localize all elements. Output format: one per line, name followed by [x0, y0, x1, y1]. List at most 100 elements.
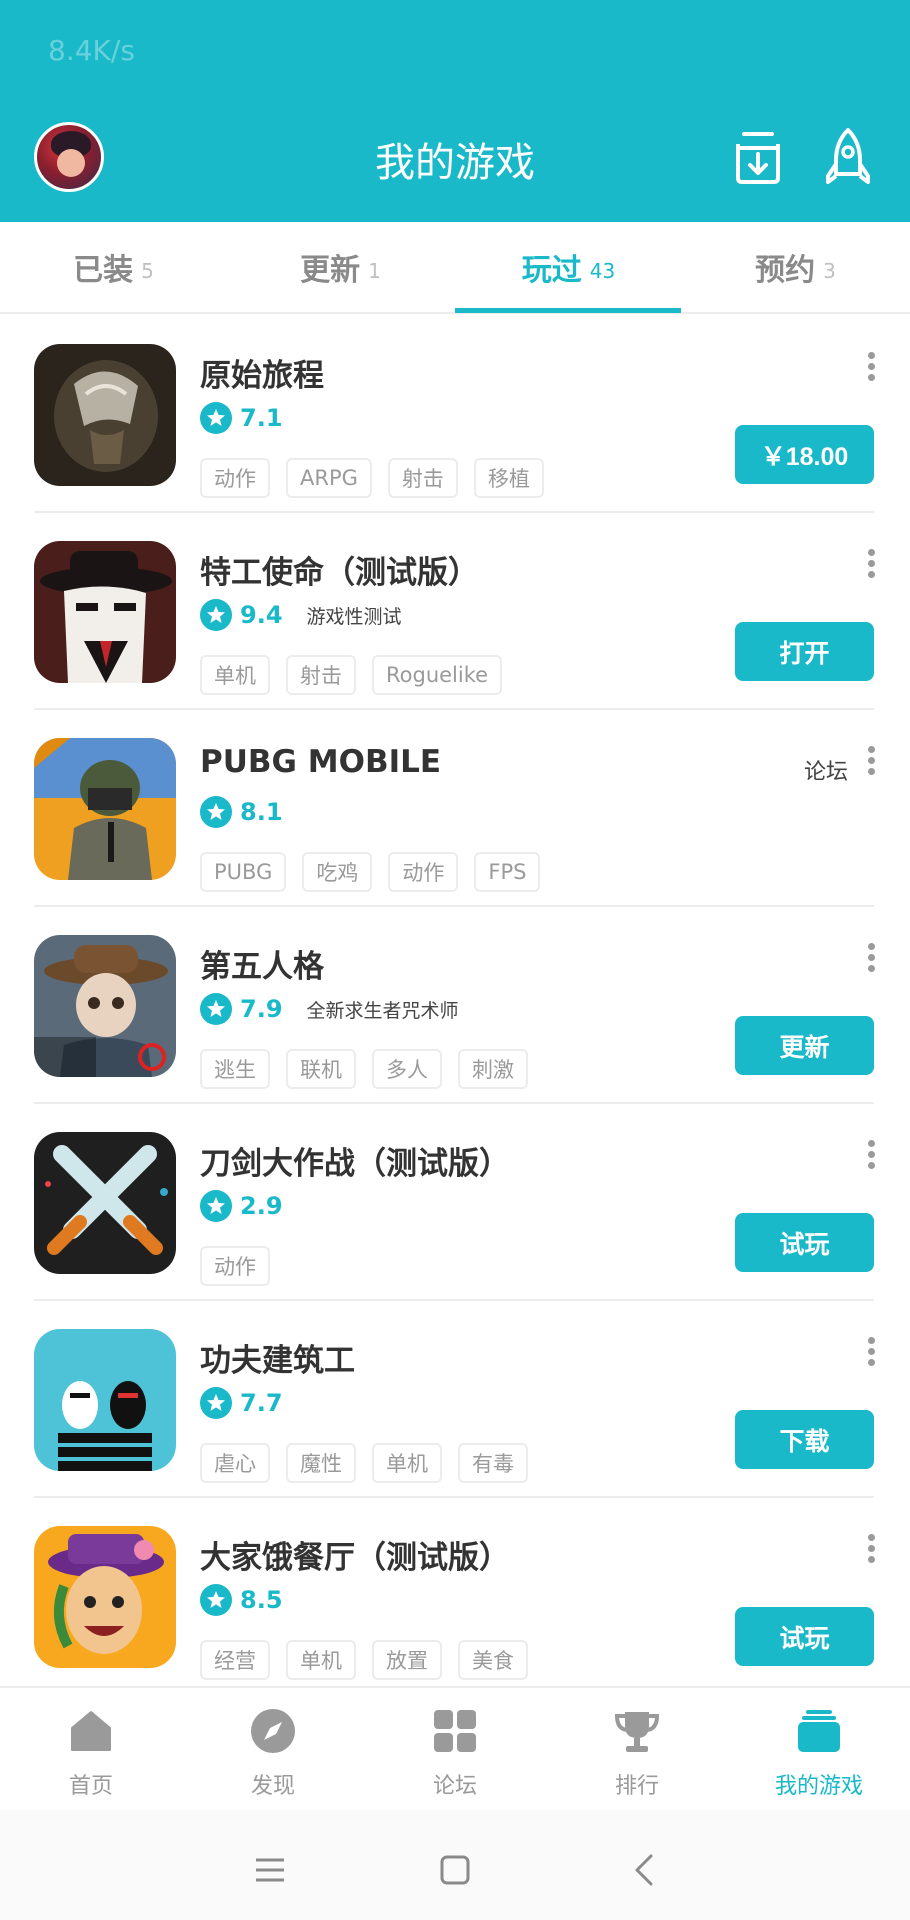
tag-list: 逃生 联机 多人 刺激: [200, 1049, 544, 1089]
more-vertical-icon[interactable]: [864, 549, 878, 585]
more-vertical-icon[interactable]: [864, 943, 878, 979]
rating: 8.5: [200, 1584, 283, 1616]
list-item[interactable]: 刀剑大作战（测试版） 2.9 动作 试玩: [0, 1104, 910, 1301]
nav-home[interactable]: 首页: [0, 1706, 182, 1806]
tag[interactable]: 联机: [286, 1049, 356, 1089]
buy-button[interactable]: ￥18.00: [735, 425, 874, 484]
back-icon[interactable]: [625, 1850, 665, 1890]
rating: 7.9 全新求生者咒术师: [200, 993, 459, 1025]
tag[interactable]: 刺激: [458, 1049, 528, 1089]
try-button[interactable]: 试玩: [735, 1213, 874, 1272]
app-header: 8.4K/s 我的游戏: [0, 0, 910, 222]
more-vertical-icon[interactable]: [864, 746, 878, 782]
rating-value: 8.1: [240, 798, 283, 826]
tab-updates[interactable]: 更新 1: [227, 222, 454, 312]
tag[interactable]: ARPG: [286, 458, 372, 498]
game-name: 大家饿餐厅（测试版）: [200, 1540, 510, 1576]
tab-reserved[interactable]: 预约 3: [682, 222, 909, 312]
more-vertical-icon[interactable]: [864, 1534, 878, 1570]
game-name: 特工使命（测试版）: [200, 555, 479, 591]
tag[interactable]: PUBG: [200, 852, 287, 892]
list-item[interactable]: 原始旅程 7.1 动作 ARPG 射击 移植 ￥18.00: [0, 316, 910, 513]
tag[interactable]: 射击: [387, 458, 458, 498]
game-icon[interactable]: [34, 541, 176, 683]
star-icon: [200, 1584, 232, 1616]
nav-ranking[interactable]: 排行: [546, 1706, 728, 1806]
download-tray-icon[interactable]: [730, 126, 786, 186]
star-icon: [200, 402, 232, 434]
tag[interactable]: 单机: [372, 1443, 442, 1483]
tag[interactable]: 移植: [473, 458, 544, 498]
tab-installed[interactable]: 已装 5: [0, 222, 227, 312]
tag[interactable]: 虐心: [200, 1443, 270, 1483]
tag[interactable]: 多人: [372, 1049, 442, 1089]
tag[interactable]: 动作: [388, 852, 459, 892]
rating: 7.1: [200, 402, 283, 434]
tag[interactable]: 经营: [200, 1640, 270, 1680]
forum-link[interactable]: 论坛: [804, 754, 848, 786]
update-button[interactable]: 更新: [735, 1016, 874, 1075]
tag[interactable]: 射击: [286, 655, 356, 695]
tag[interactable]: 单机: [200, 655, 270, 695]
game-subtitle: 游戏性测试: [306, 605, 402, 628]
system-nav-bar: [0, 1810, 910, 1920]
star-icon: [200, 796, 232, 828]
list-item[interactable]: 第五人格 7.9 全新求生者咒术师 逃生 联机 多人 刺激 更新: [0, 907, 910, 1104]
tag[interactable]: 魔性: [286, 1443, 356, 1483]
tab-indicator: [455, 308, 681, 313]
grid-icon: [434, 1710, 476, 1752]
more-vertical-icon[interactable]: [864, 1337, 878, 1373]
tab-played[interactable]: 玩过 43: [455, 222, 682, 312]
home-square-icon[interactable]: [435, 1850, 475, 1890]
tag[interactable]: 动作: [200, 1246, 270, 1286]
game-name: 第五人格: [200, 949, 324, 985]
rocket-icon[interactable]: [820, 126, 876, 186]
rating-value: 2.9: [240, 1192, 283, 1220]
nav-discover[interactable]: 发现: [182, 1706, 364, 1806]
star-icon: [200, 993, 232, 1025]
tag-list: PUBG 吃鸡 动作 FPS: [200, 852, 556, 892]
game-name: 原始旅程: [200, 358, 324, 394]
bottom-nav: 首页 发现 论坛 排行 我的游戏: [0, 1686, 910, 1810]
nav-forum[interactable]: 论坛: [364, 1706, 546, 1806]
rating-value: 7.7: [240, 1389, 283, 1417]
game-icon[interactable]: [34, 344, 176, 486]
compass-icon: [251, 1709, 295, 1753]
tag[interactable]: 动作: [200, 458, 270, 498]
list-item[interactable]: 大家饿餐厅（测试版） 8.5 经营 单机 放置 美食 试玩: [0, 1498, 910, 1695]
rating: 8.1: [200, 796, 283, 828]
game-icon[interactable]: [34, 1329, 176, 1471]
game-icon[interactable]: [34, 1526, 176, 1668]
tag[interactable]: Roguelike: [372, 655, 503, 695]
game-icon[interactable]: [34, 1132, 176, 1274]
tag-list: 虐心 魔性 单机 有毒: [200, 1443, 544, 1483]
try-button[interactable]: 试玩: [735, 1607, 874, 1666]
tag[interactable]: 逃生: [200, 1049, 270, 1089]
list-item[interactable]: 特工使命（测试版） 9.4 游戏性测试 单机 射击 Roguelike 打开: [0, 513, 910, 710]
game-name: 刀剑大作战（测试版）: [200, 1146, 510, 1182]
game-subtitle: 全新求生者咒术师: [306, 999, 459, 1022]
trophy-icon: [614, 1712, 660, 1752]
list-item[interactable]: PUBG MOBILE 8.1 PUBG 吃鸡 动作 FPS 论坛: [0, 710, 910, 907]
tag[interactable]: 单机: [286, 1640, 356, 1680]
game-name: 功夫建筑工: [200, 1343, 355, 1379]
tag[interactable]: 美食: [458, 1640, 528, 1680]
tag[interactable]: 有毒: [458, 1443, 528, 1483]
game-icon[interactable]: [34, 738, 176, 880]
nav-my-games[interactable]: 我的游戏: [728, 1706, 910, 1806]
download-button[interactable]: 下载: [735, 1410, 874, 1469]
tag[interactable]: FPS: [474, 852, 541, 892]
tag[interactable]: 放置: [372, 1640, 442, 1680]
star-icon: [200, 1387, 232, 1419]
rating: 2.9: [200, 1190, 283, 1222]
more-vertical-icon[interactable]: [864, 1140, 878, 1176]
list-item[interactable]: 功夫建筑工 7.7 虐心 魔性 单机 有毒 下载: [0, 1301, 910, 1498]
game-icon[interactable]: [34, 935, 176, 1077]
home-icon: [71, 1711, 111, 1751]
open-button[interactable]: 打开: [735, 622, 874, 681]
more-vertical-icon[interactable]: [864, 352, 878, 388]
tab-bar: 已装 5 更新 1 玩过 43 预约 3: [0, 222, 910, 314]
star-icon: [200, 599, 232, 631]
menu-icon[interactable]: [250, 1850, 290, 1890]
tag[interactable]: 吃鸡: [302, 852, 373, 892]
